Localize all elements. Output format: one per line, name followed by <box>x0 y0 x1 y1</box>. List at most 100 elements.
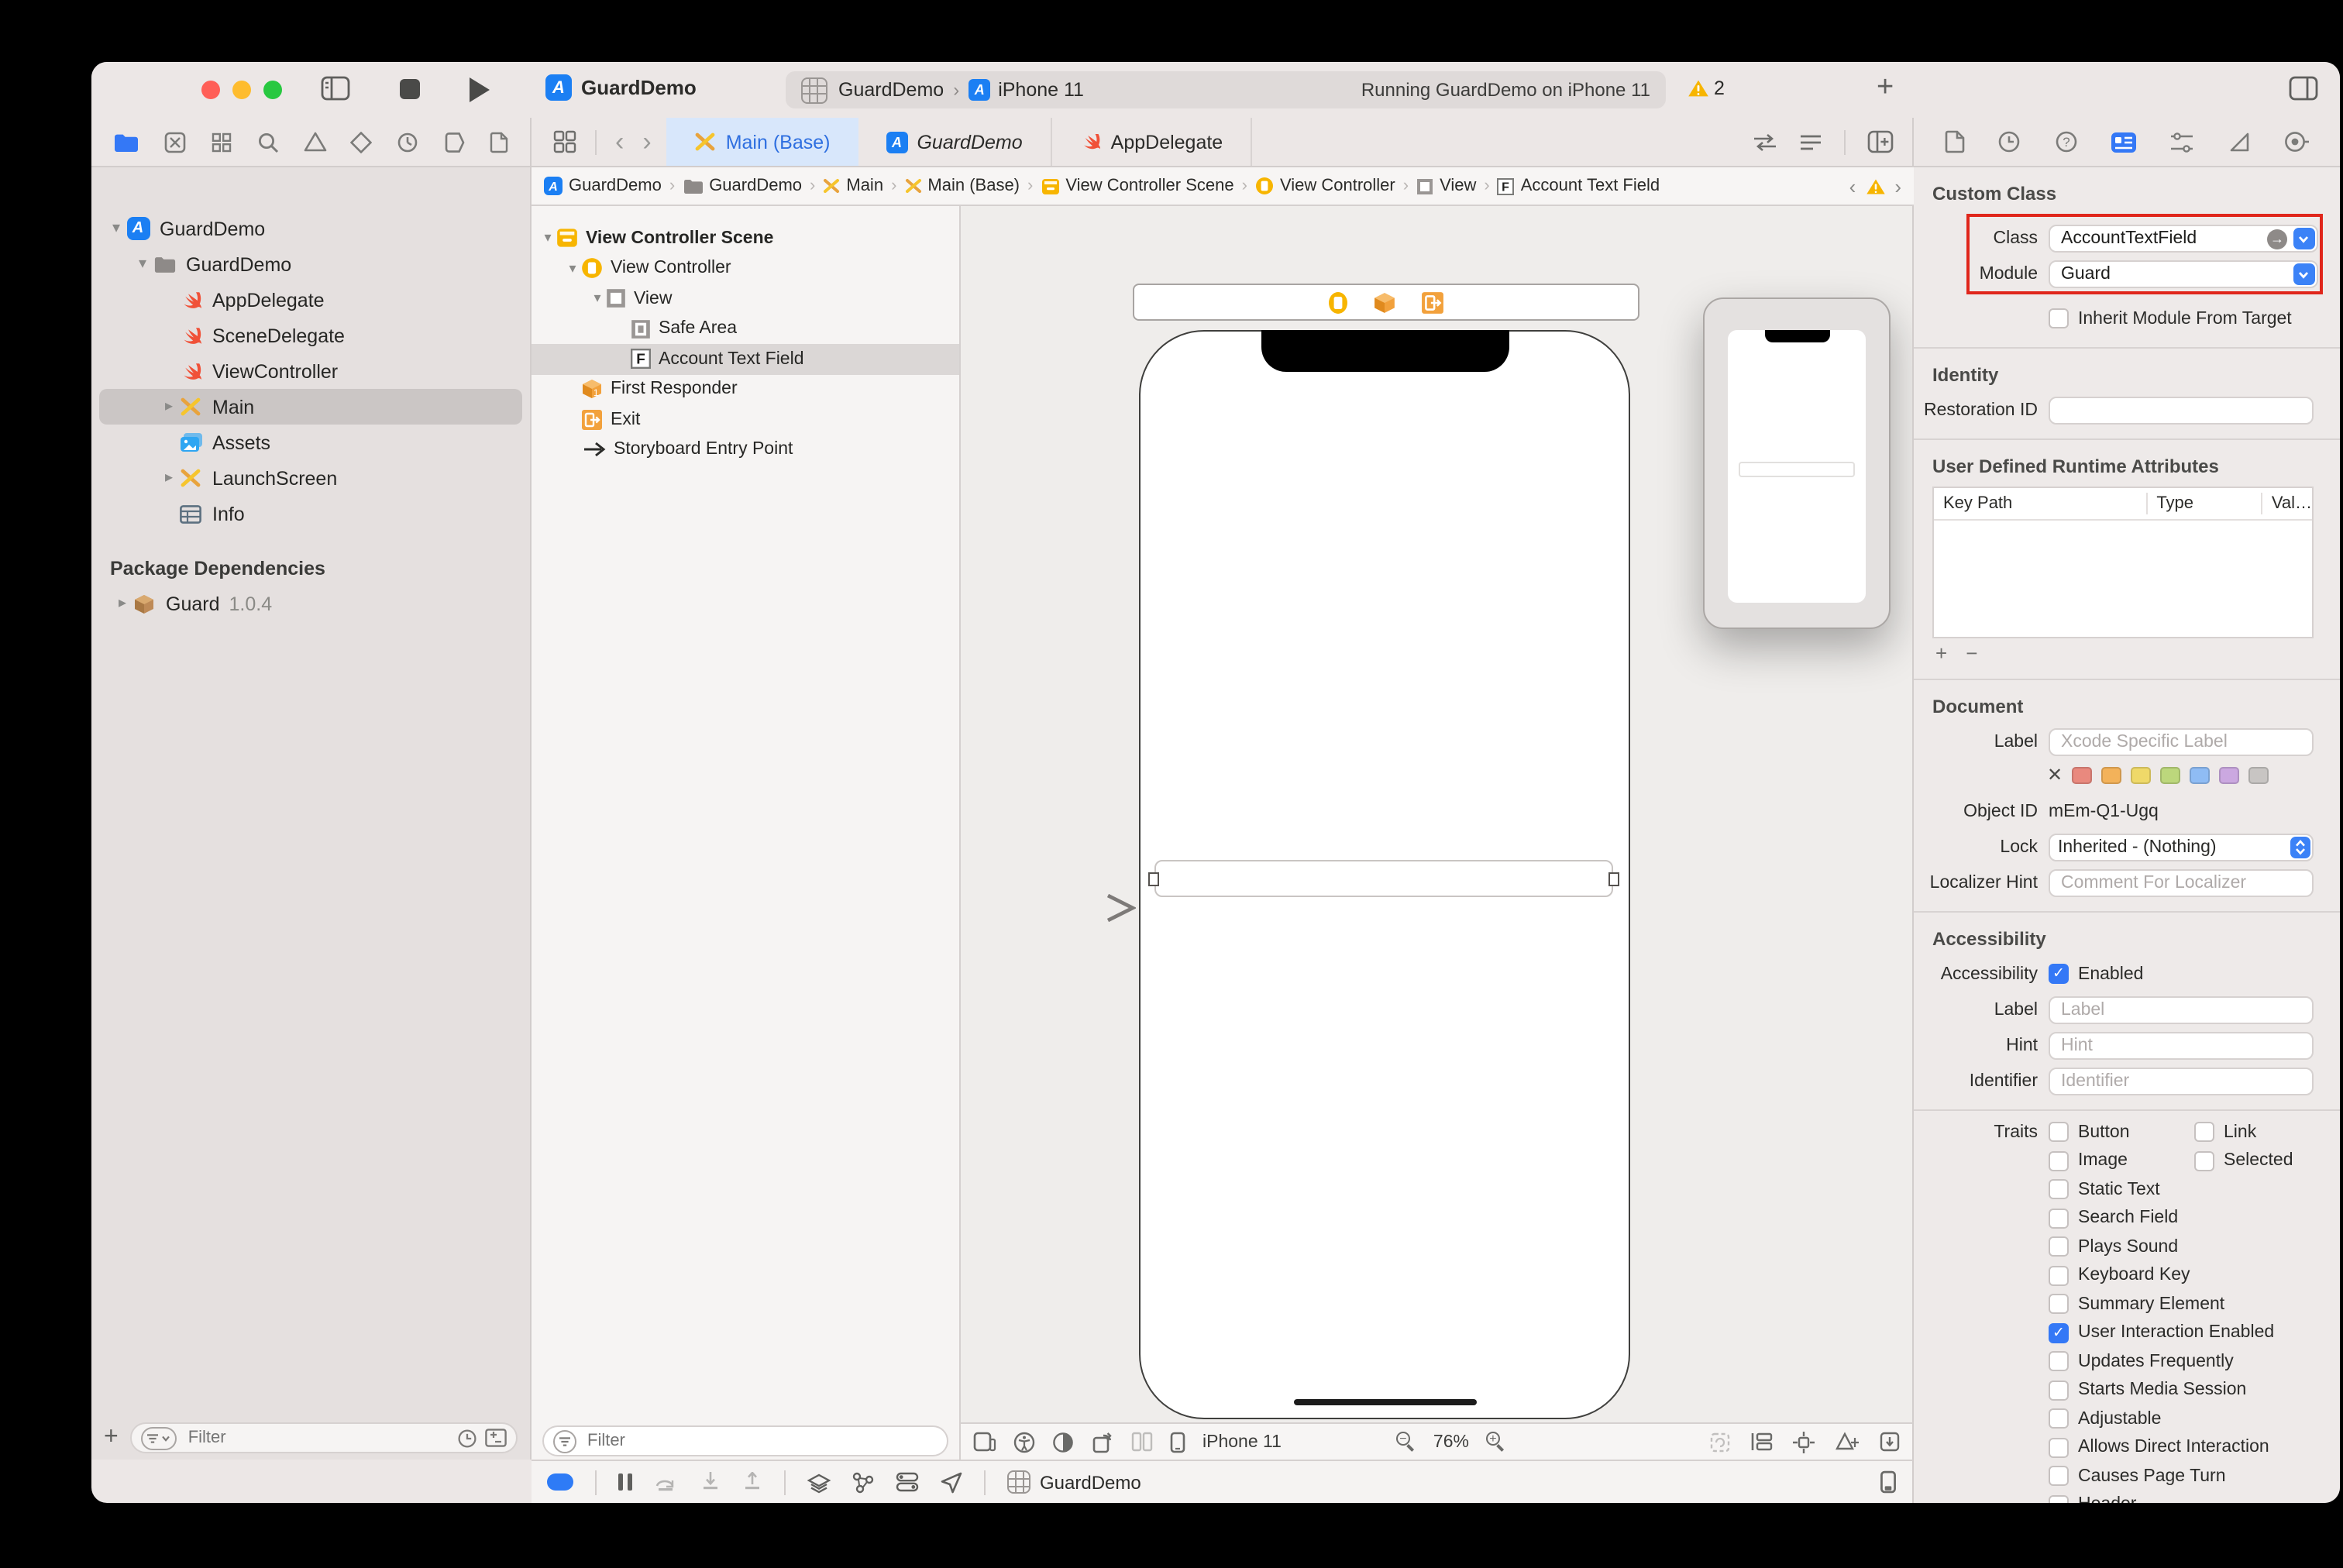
run-destination[interactable]: iPhone 11 <box>998 79 1084 101</box>
navigator-row-launchscreen[interactable]: ▸ LaunchScreen <box>91 460 530 496</box>
acc-label-field[interactable] <box>2049 995 2314 1023</box>
recent-files-icon[interactable] <box>457 1428 477 1448</box>
navigator-row-appdelegate[interactable]: AppDelegate <box>91 282 530 318</box>
localizer-hint-field[interactable] <box>2049 868 2314 896</box>
exit-door-icon[interactable] <box>1421 291 1444 314</box>
navigator-row-viewcontroller[interactable]: ViewController <box>91 353 530 389</box>
pause-execution-button[interactable] <box>618 1473 632 1491</box>
history-inspector-icon[interactable] <box>1998 130 2021 153</box>
trait-search-field[interactable]: Search Field <box>2049 1208 2340 1228</box>
devices-button-icon[interactable] <box>973 1432 996 1452</box>
go-forward-button[interactable]: › <box>642 129 651 155</box>
swatch-orange[interactable] <box>2101 766 2121 783</box>
accessibility-enabled-checkbox[interactable]: ✓ <box>2049 964 2069 984</box>
help-inspector-icon[interactable]: ? <box>2054 130 2077 153</box>
breadcrumb-view[interactable]: View <box>1416 177 1476 195</box>
step-into-icon[interactable] <box>700 1472 721 1492</box>
go-back-button[interactable]: ‹ <box>615 129 624 155</box>
trait-starts-media-session[interactable]: Starts Media Session <box>2049 1380 2340 1400</box>
tab-overview-icon[interactable] <box>553 130 576 153</box>
module-dropdown-button[interactable] <box>2293 263 2314 285</box>
trait-summary-element[interactable]: Summary Element <box>2049 1294 2340 1314</box>
tab-guarddemo-project[interactable]: A GuardDemo <box>858 118 1051 166</box>
module-input[interactable] <box>2058 263 2309 284</box>
test-navigator-icon[interactable] <box>351 131 373 153</box>
view-controller-oval-icon[interactable] <box>1328 291 1348 314</box>
module-field[interactable] <box>2049 260 2318 287</box>
view-controller-device-frame[interactable] <box>1139 330 1630 1419</box>
outline-row-view-controller[interactable]: ▾ View Controller <box>532 253 959 284</box>
disclosure-icon[interactable]: ▸ <box>113 595 132 612</box>
breadcrumb-project[interactable]: AGuardDemo <box>544 177 662 195</box>
scheme-name[interactable]: GuardDemo <box>838 79 944 101</box>
remove-attribute-button[interactable]: − <box>1966 641 1977 665</box>
restoration-id-input[interactable] <box>2058 399 2304 421</box>
symbol-navigator-icon[interactable] <box>211 131 232 153</box>
acc-label-input[interactable] <box>2058 999 2304 1020</box>
outline-row-exit[interactable]: Exit <box>532 404 959 435</box>
restoration-id-field[interactable] <box>2049 396 2314 424</box>
outline-row-account-text-field[interactable]: F Account Text Field <box>532 344 959 374</box>
swatch-red[interactable] <box>2072 766 2092 783</box>
localizer-hint-input[interactable] <box>2058 872 2304 893</box>
navigator-filter-input[interactable] <box>185 1427 449 1449</box>
class-field[interactable]: → <box>2049 224 2318 252</box>
swatch-purple[interactable] <box>2219 766 2239 783</box>
disclosure-icon[interactable]: ▾ <box>133 256 152 273</box>
runtime-attributes-table[interactable]: Key Path Type Val… <box>1932 487 2314 638</box>
add-file-button[interactable]: + <box>104 1424 119 1452</box>
issue-navigator-icon[interactable] <box>303 132 326 152</box>
trait-keyboard-key[interactable]: Keyboard Key <box>2049 1265 2340 1285</box>
scheme-selector[interactable]: GuardDemo › A iPhone 11 Running GuardDem… <box>786 71 1666 108</box>
step-out-icon[interactable] <box>742 1472 762 1492</box>
trait-header[interactable]: Header <box>2049 1494 2340 1503</box>
disclosure-icon[interactable]: ▾ <box>564 260 581 277</box>
breakpoint-navigator-icon[interactable] <box>443 131 465 153</box>
resize-handle-left[interactable] <box>1148 872 1159 886</box>
outline-filter-field[interactable] <box>542 1425 948 1456</box>
device-bezels-toggle-icon[interactable] <box>1880 1470 1897 1494</box>
zoom-window-button[interactable] <box>263 81 282 99</box>
swatch-green[interactable] <box>2160 766 2180 783</box>
navigator-row-package-guard[interactable]: ▸ Guard 1.0.4 <box>91 586 530 621</box>
account-text-field[interactable] <box>1154 860 1613 897</box>
navigator-row-scenedelegate[interactable]: SceneDelegate <box>91 318 530 353</box>
toggle-navigator-icon[interactable] <box>321 76 350 101</box>
breadcrumb-view-controller[interactable]: View Controller <box>1255 177 1395 195</box>
project-navigator-icon[interactable] <box>113 131 139 153</box>
run-button[interactable] <box>470 77 490 102</box>
document-label-input[interactable] <box>2058 731 2304 752</box>
connections-inspector-icon[interactable] <box>2284 130 2309 153</box>
scm-status-filter-icon[interactable] <box>485 1429 507 1447</box>
align-button-icon[interactable] <box>1793 1431 1815 1453</box>
close-window-button[interactable] <box>201 81 220 99</box>
outline-row-first-responder[interactable]: 1 First Responder <box>532 374 959 404</box>
breadcrumb-main-base[interactable]: Main (Base) <box>904 177 1020 195</box>
tab-appdelegate[interactable]: AppDelegate <box>1052 118 1253 166</box>
split-preview-icon[interactable] <box>1131 1432 1153 1452</box>
previous-issue-button[interactable]: ‹ <box>1849 174 1856 198</box>
zoom-level[interactable]: 76% <box>1433 1432 1469 1451</box>
acc-hint-input[interactable] <box>2058 1034 2304 1056</box>
zoom-out-button[interactable]: − <box>1396 1432 1416 1452</box>
attributes-inspector-icon[interactable] <box>2170 131 2195 153</box>
trait-selected[interactable]: Selected <box>2194 1150 2340 1171</box>
simulate-location-icon[interactable] <box>941 1471 962 1493</box>
step-over-icon[interactable] <box>654 1473 679 1491</box>
zoom-in-button[interactable]: + <box>1486 1432 1506 1452</box>
trait-causes-page-turn[interactable]: Causes Page Turn <box>2049 1466 2340 1486</box>
device-icon[interactable] <box>1170 1431 1185 1453</box>
adjust-editor-icon[interactable] <box>1799 132 1822 151</box>
navigator-row-info[interactable]: Info <box>91 496 530 531</box>
identity-inspector-icon[interactable] <box>2111 131 2137 153</box>
running-process[interactable]: GuardDemo <box>1007 1470 1141 1494</box>
disclosure-icon[interactable]: ▸ <box>160 398 178 415</box>
trait-updates-frequently[interactable]: Updates Frequently <box>2049 1351 2340 1371</box>
jump-to-class-button[interactable]: → <box>2267 229 2287 249</box>
lock-stepper-button[interactable] <box>2290 837 2310 858</box>
simulator-window[interactable] <box>1703 297 1891 629</box>
navigator-row-group[interactable]: ▾ GuardDemo <box>91 246 530 282</box>
document-label-field[interactable] <box>2049 727 2314 755</box>
minimize-window-button[interactable] <box>232 81 251 99</box>
memory-graph-debugger-icon[interactable] <box>852 1471 874 1493</box>
